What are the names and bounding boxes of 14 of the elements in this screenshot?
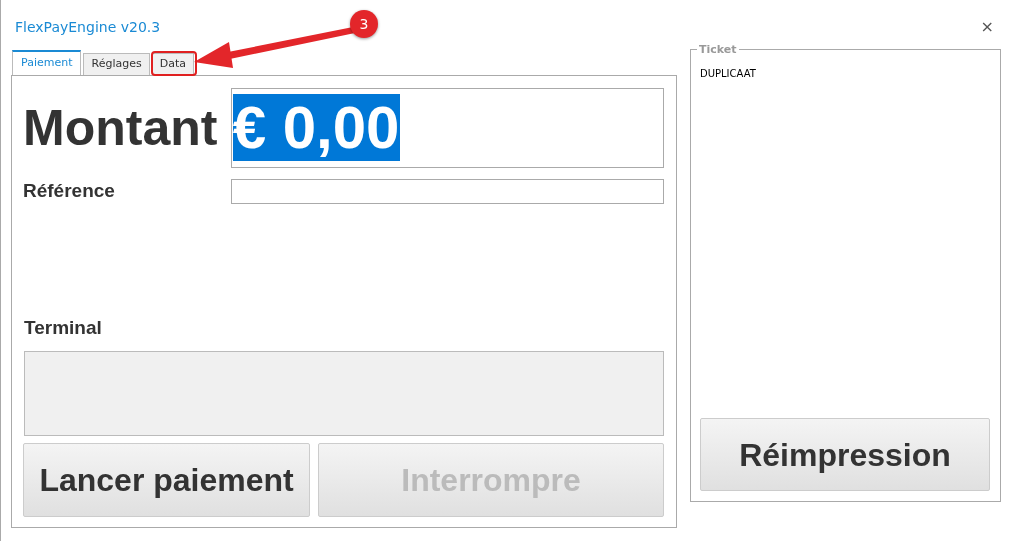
reprint-button[interactable]: Réimpression <box>700 418 990 491</box>
terminal-label: Terminal <box>24 316 102 338</box>
amount-field[interactable]: € 0,00 <box>230 88 664 168</box>
start-payment-button[interactable]: Lancer paiement <box>23 443 311 517</box>
reference-field[interactable] <box>230 178 664 204</box>
ticket-line: DUPLICAAT <box>700 67 757 81</box>
window-title: FlexPayEngine v20.3 <box>15 17 161 37</box>
amount-label: Montant <box>23 103 219 153</box>
tab[interactable]: Paiement <box>12 50 82 75</box>
step-badge: 3 <box>350 10 378 38</box>
close-button[interactable]: × <box>976 19 998 35</box>
tab[interactable]: Data <box>151 53 194 75</box>
reference-label: Référence <box>23 179 116 203</box>
tab[interactable]: Réglages <box>83 53 150 75</box>
